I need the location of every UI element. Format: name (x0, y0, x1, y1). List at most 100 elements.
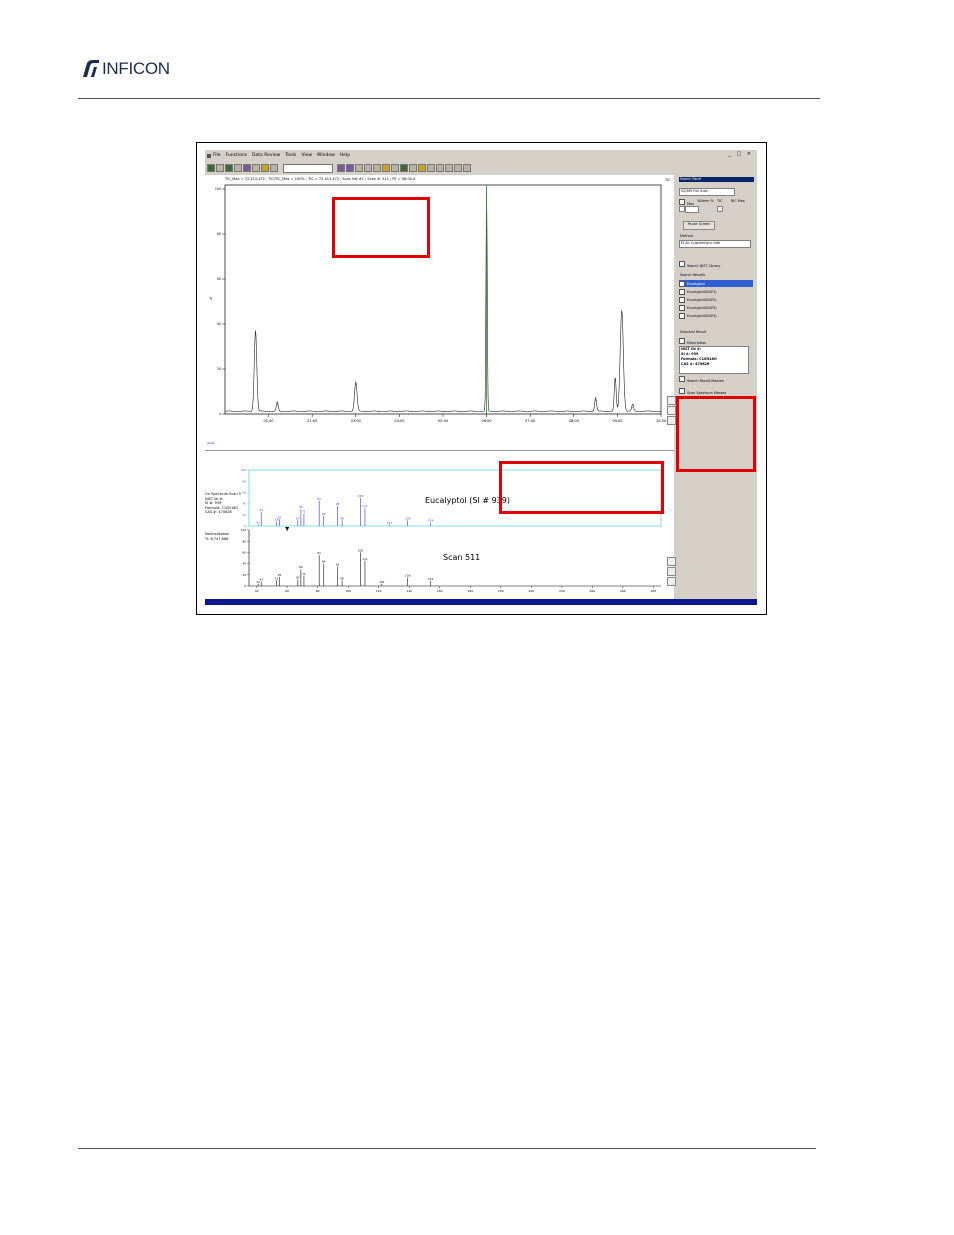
callout-box (676, 396, 756, 472)
peak-markers-icon[interactable]: ▵▵▵ (207, 440, 215, 446)
library-peak-label: 93 (336, 502, 340, 506)
library-peak-label: 55 (278, 515, 282, 519)
pan-icon[interactable] (364, 164, 372, 172)
overlay-icon[interactable] (436, 164, 444, 172)
library-peak-label: 139 (405, 516, 411, 520)
zoom-icon[interactable] (355, 164, 363, 172)
open-icon[interactable] (207, 164, 215, 172)
x-tick-label: 07:00 (525, 419, 535, 423)
table-icon[interactable] (270, 164, 278, 172)
result-item[interactable]: Eucalyptol(DUP4) (679, 312, 753, 319)
scan-peak-label: 154 (428, 577, 434, 581)
menu-window[interactable]: Window (317, 153, 335, 158)
menu-functions[interactable]: Functions (226, 153, 248, 158)
y-axis-label: % (209, 297, 213, 301)
scan-peak-label: 67 (296, 575, 300, 579)
mode-field[interactable]: GC/MS Full Scan (679, 188, 735, 196)
mz-tick-label: 80 (316, 589, 320, 593)
library-peak-label: 84 (322, 512, 326, 516)
scan-y-tick-label: 60 (242, 551, 246, 555)
result-item[interactable]: Eucalyptol(DUP2) (679, 296, 753, 303)
inficon-logo-icon (83, 60, 99, 77)
pause-screen-label: Pause Screen (687, 222, 711, 226)
menu-view[interactable]: View (301, 153, 312, 158)
menu-help[interactable]: Help (340, 153, 350, 158)
library-peak-label: 96 (340, 516, 344, 520)
library-peak-label: 127 (387, 521, 393, 525)
scale-icon[interactable] (445, 164, 453, 172)
mz-tick-label: 220 (528, 589, 534, 593)
peak-icon[interactable] (409, 164, 417, 172)
zoom-out-icon[interactable] (667, 406, 676, 415)
tic-checkbox[interactable] (717, 206, 723, 212)
scan-y-tick-label: 0 (244, 584, 246, 588)
baseline-icon[interactable] (427, 164, 435, 172)
mz-tick-label: 100 (345, 589, 351, 593)
redo-icon[interactable] (463, 164, 471, 172)
cursor-marker (285, 527, 290, 531)
menu-data-review[interactable]: Data Review (252, 153, 280, 158)
peak-point (355, 384, 357, 386)
toolbar-select[interactable] (283, 163, 333, 173)
export-icon[interactable] (234, 164, 242, 172)
option-ric-max[interactable]: RIC Max (731, 199, 745, 203)
y-tick-label: 100 (215, 187, 221, 191)
option-tic[interactable]: TIC (717, 199, 722, 203)
x-tick-label: 04:00 (394, 419, 404, 423)
search-results-label: Search Results (680, 273, 705, 277)
callout-box (332, 197, 430, 258)
norm-field[interactable] (685, 206, 699, 213)
undo-icon[interactable] (454, 164, 462, 172)
mode-value: GC/MS Full Scan (681, 189, 709, 193)
spectrum-zoom-reset-icon[interactable] (667, 577, 676, 586)
result-item[interactable]: Eucalyptol(DUP3) (679, 304, 753, 311)
search-nist-option[interactable]: Search NIST Library (679, 261, 720, 268)
mz-tick-label: 280 (620, 589, 626, 593)
menu-tools[interactable]: Tools (285, 153, 296, 158)
spectrum-zoom-in-icon[interactable] (667, 557, 676, 566)
scan-peak-label: 108 (358, 548, 364, 552)
method-icon[interactable] (243, 164, 251, 172)
x-tick-label: 05:00 (438, 419, 448, 423)
copy-icon[interactable] (252, 164, 260, 172)
description-option[interactable]: Description (679, 338, 706, 345)
peak-point (276, 404, 278, 406)
zoom-reset-icon[interactable] (667, 416, 676, 425)
scan-y-tick-label: 20 (242, 573, 246, 577)
integrate-icon[interactable] (400, 164, 408, 172)
print-icon[interactable] (225, 164, 233, 172)
menu-file[interactable]: File (213, 153, 221, 158)
option-norm[interactable]: %Norm % (697, 199, 714, 203)
highlight-icon[interactable] (418, 164, 426, 172)
peak-point (486, 188, 487, 190)
scan-peak-label: 111 (362, 557, 368, 561)
search-result-masses-option[interactable]: Search Result Masses (679, 376, 724, 383)
app-menu-icon[interactable] (207, 153, 211, 158)
chromatogram-chart[interactable]: 01:00 02:00 03:00 04:00 05:00 06:00 07:00 08:00… (205, 175, 674, 438)
library-peak-label: 108 (358, 494, 364, 498)
zoom-in-icon[interactable] (667, 396, 676, 405)
report-icon[interactable] (261, 164, 269, 172)
x-tick-label: 03:00 (351, 419, 361, 423)
inficon-logo: INFICON (80, 59, 170, 79)
spectrum-zoom-out-icon[interactable] (667, 567, 676, 576)
result-item[interactable]: Eucalyptol (679, 280, 753, 287)
window-controls[interactable]: _ □ × (728, 151, 753, 157)
save-icon[interactable] (216, 164, 224, 172)
plot-area (224, 184, 662, 415)
library-peak-label: 154 (428, 519, 434, 523)
scan-spectrum-masses-option[interactable]: Scan Spectrum Masses (679, 388, 726, 395)
x-tick-label: 09:00 (612, 419, 622, 423)
description-box: NIST lib #: SI #: 939 Formula: C10H18O C… (679, 346, 749, 374)
result-item[interactable]: Eucalyptol(DUP1) (679, 288, 753, 295)
filter-icon[interactable] (391, 164, 399, 172)
pause-screen-button[interactable]: Pause Screen (683, 221, 715, 230)
scan-peak-label: 122 (379, 580, 385, 584)
option-max[interactable]: Max (679, 199, 694, 206)
method-field[interactable]: EI Air CustomConc.mth (679, 240, 751, 248)
chart-icon[interactable] (337, 164, 345, 172)
scan-peak-label: 139 (405, 574, 411, 578)
spectrum-icon[interactable] (346, 164, 354, 172)
search-icon[interactable] (382, 164, 390, 172)
library-icon[interactable] (373, 164, 381, 172)
